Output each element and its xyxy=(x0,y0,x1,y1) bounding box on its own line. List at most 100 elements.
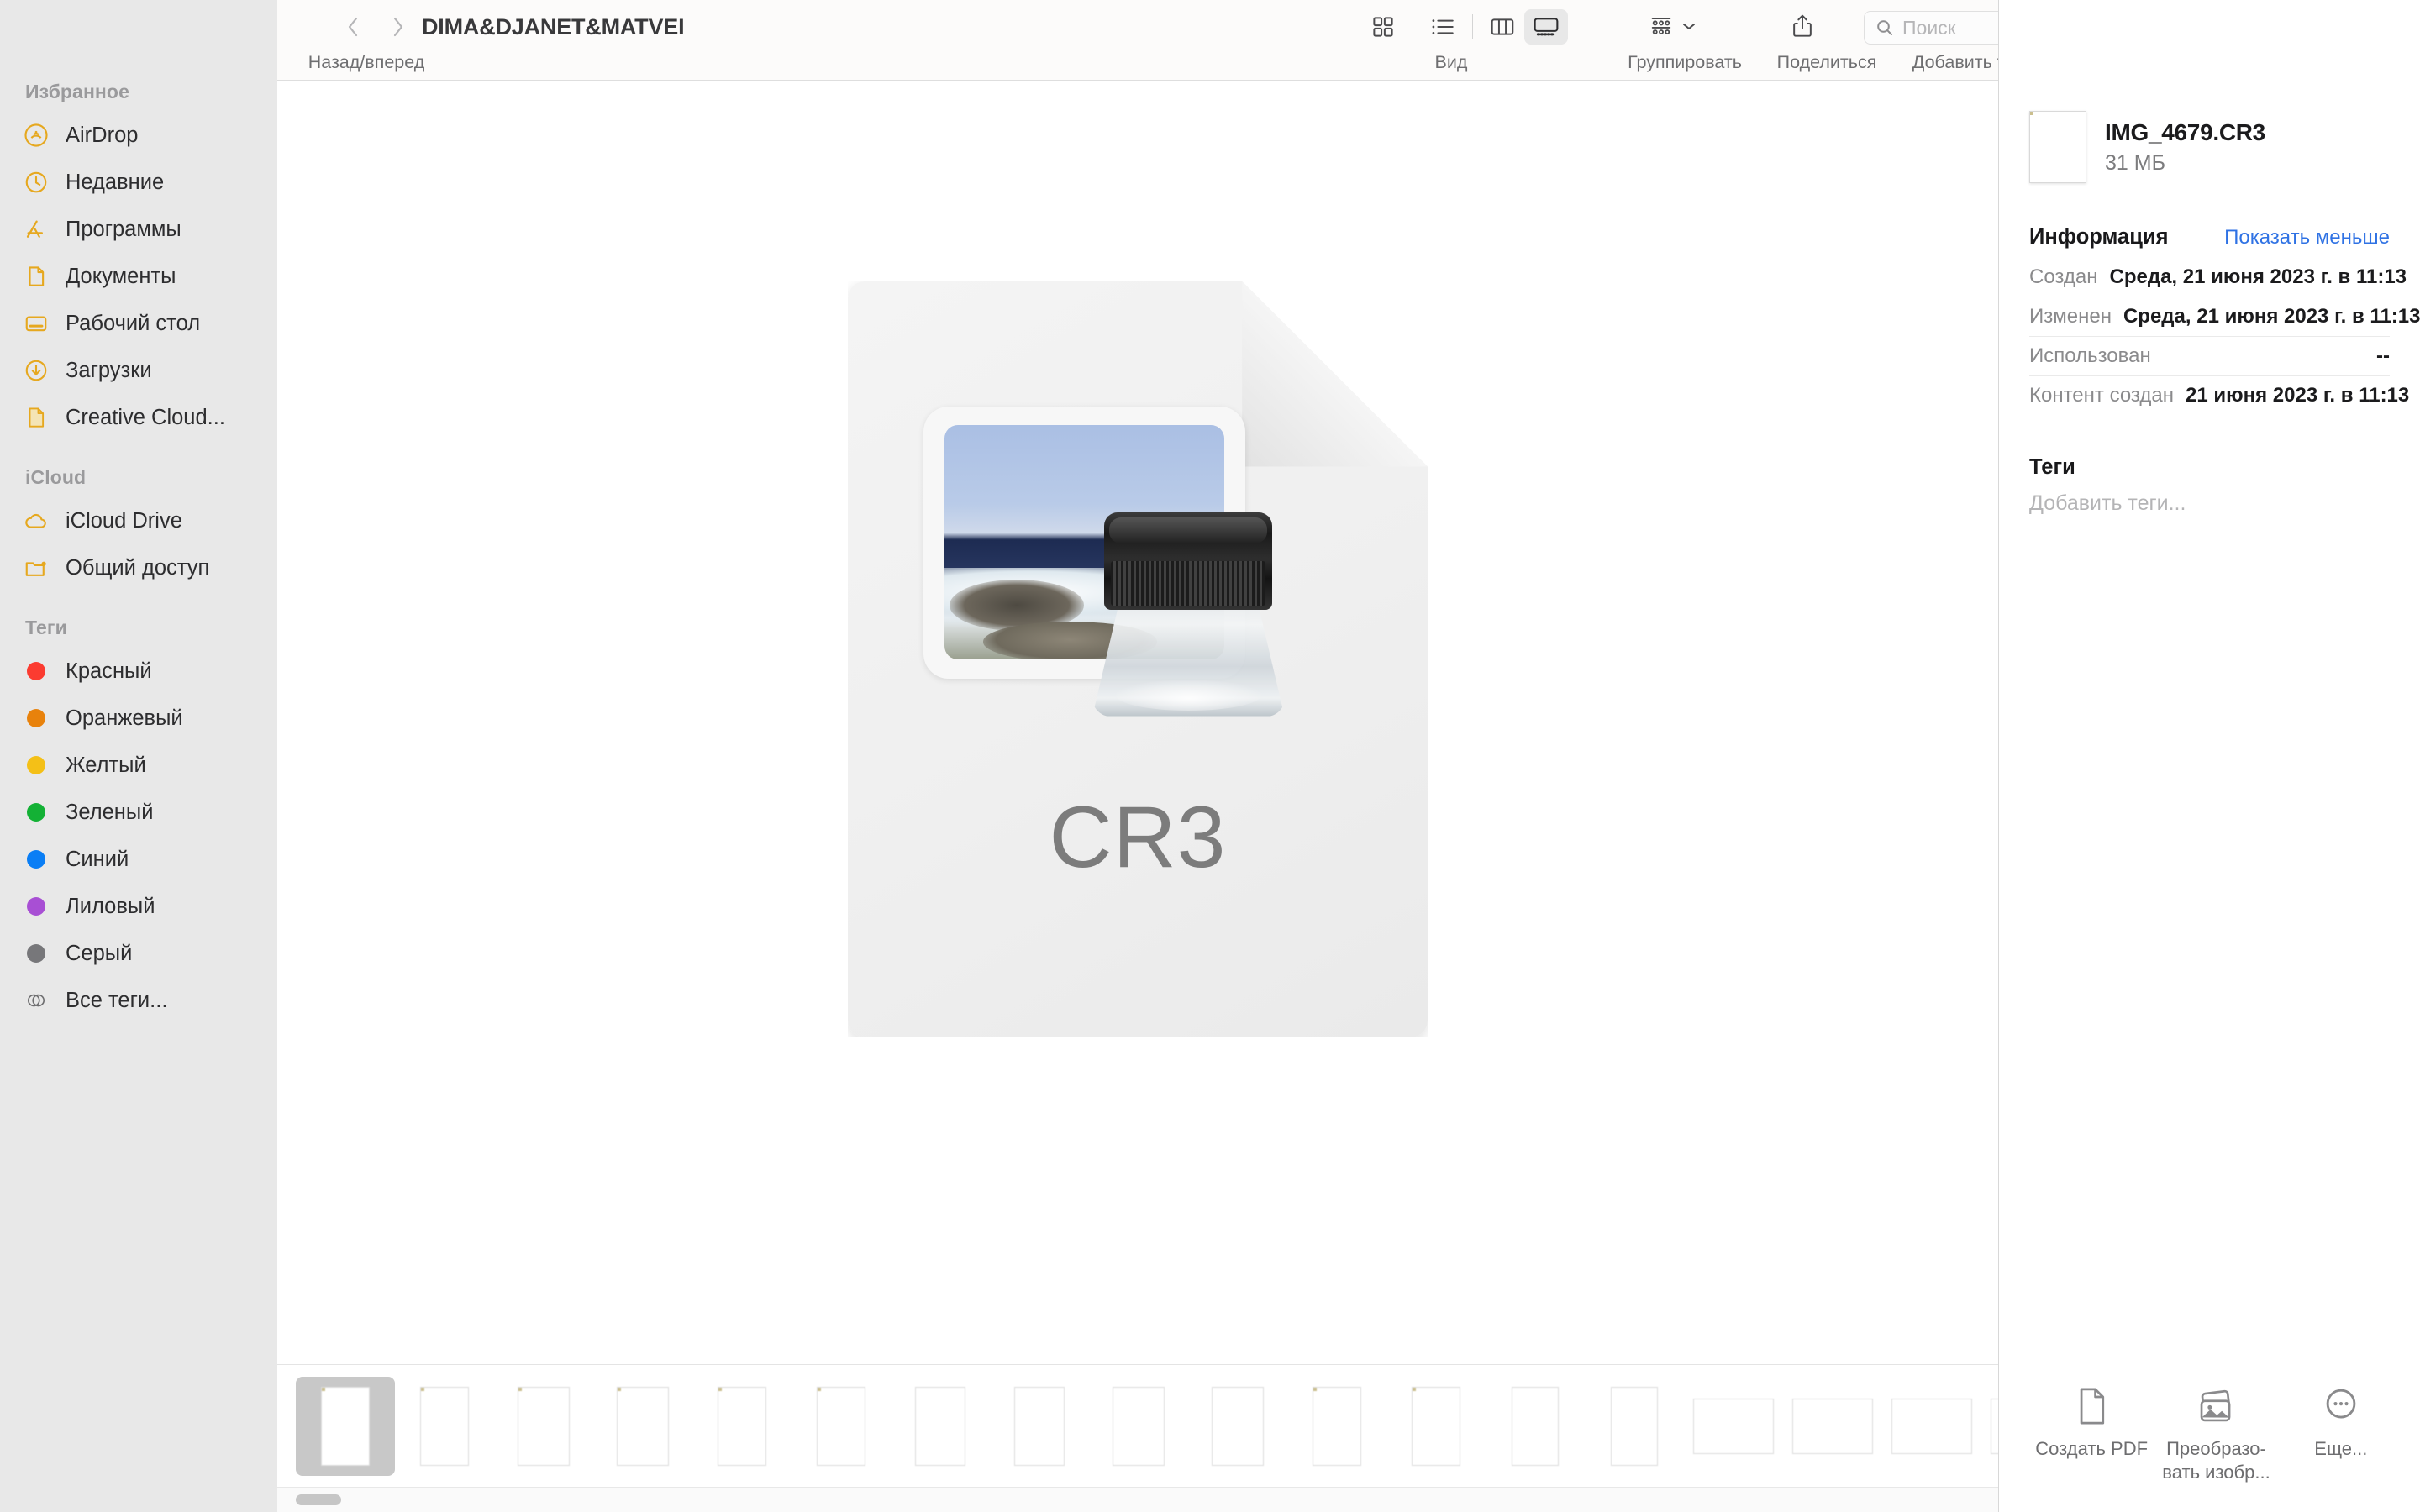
sidebar-item-tag-orange[interactable]: Оранжевый xyxy=(0,695,277,742)
group-button[interactable] xyxy=(1647,7,1697,45)
sidebar-item-all-tags[interactable]: Все теги... xyxy=(0,977,277,1024)
sidebar-item-label: Общий доступ xyxy=(66,555,210,580)
filmstrip-thumbnail[interactable] xyxy=(792,1377,891,1476)
sidebar-item-label: Рабочий стол xyxy=(66,311,201,335)
tags-section-title: Теги xyxy=(2029,455,2075,479)
add-tags-input[interactable]: Добавить теги... xyxy=(2029,491,2390,516)
action-label: Преобразо-вать изобр... xyxy=(2162,1438,2270,1483)
filmstrip-thumbnail[interactable] xyxy=(1089,1377,1188,1476)
sidebar-item-desktop[interactable]: Рабочий стол xyxy=(0,300,277,347)
sidebar-section-title-favorites: Избранное xyxy=(25,81,129,102)
filmstrip-thumbnail[interactable] xyxy=(1684,1377,1783,1476)
sidebar-item-label: Синий xyxy=(66,847,129,871)
sidebar-item-applications[interactable]: Программы xyxy=(0,206,277,253)
sidebar-item-label: Все теги... xyxy=(66,988,168,1012)
forward-button[interactable] xyxy=(383,12,413,42)
airdrop-icon xyxy=(22,121,50,150)
filmstrip-thumbnail[interactable] xyxy=(990,1377,1089,1476)
filmstrip-thumbnail[interactable] xyxy=(1287,1377,1386,1476)
sidebar-item-documents[interactable]: Документы xyxy=(0,253,277,300)
gallery-view-button[interactable] xyxy=(1524,9,1568,45)
sidebar-item-label: Лиловый xyxy=(66,894,155,918)
icon-view-button[interactable] xyxy=(1361,9,1405,45)
filmstrip-thumbnail[interactable] xyxy=(1783,1377,1882,1476)
sidebar-item-label: Серый xyxy=(66,941,133,965)
segment-divider xyxy=(1472,14,1473,39)
create-pdf-icon xyxy=(2080,1388,2105,1425)
sidebar-item-tag-green[interactable]: Зеленый xyxy=(0,789,277,836)
tag-dot-icon xyxy=(22,798,50,827)
thumbnail-filmstrip[interactable] xyxy=(277,1364,1998,1487)
sidebar: Избранное AirDrop Недавние Программы Док… xyxy=(0,0,277,1512)
filmstrip-thumbnail[interactable] xyxy=(1981,1377,1998,1476)
sidebar-item-recents[interactable]: Недавние xyxy=(0,159,277,206)
horizontal-scrollbar[interactable] xyxy=(277,1487,1998,1512)
file-size: 31 МБ xyxy=(2105,150,2165,175)
sidebar-item-shared[interactable]: Общий доступ xyxy=(0,544,277,591)
preview-canvas: CR3 xyxy=(277,81,1998,1364)
filmstrip-thumbnail[interactable] xyxy=(1386,1377,1486,1476)
thumbnail-image xyxy=(1014,1386,1065,1466)
all-tags-icon xyxy=(22,986,50,1015)
sidebar-item-label: Документы xyxy=(66,264,176,288)
thumbnail-image xyxy=(817,1386,865,1466)
sidebar-item-label: Оранжевый xyxy=(66,706,183,730)
thumbnail-image xyxy=(1792,1398,1873,1454)
share-button[interactable] xyxy=(1790,7,1815,45)
sidebar-item-tag-purple[interactable]: Лиловый xyxy=(0,883,277,930)
main-area: DIMA&DJANET&MATVEI Поиск Назад/вперед Ви… xyxy=(277,0,2324,1512)
list-view-button[interactable] xyxy=(1421,9,1465,45)
sidebar-item-downloads[interactable]: Загрузки xyxy=(0,347,277,394)
create-pdf-action[interactable]: Создать PDF xyxy=(2029,1385,2154,1461)
thumbnail-image xyxy=(1611,1386,1658,1466)
info-row-last-opened: Использован -- xyxy=(2029,337,2390,376)
sidebar-item-tag-gray[interactable]: Серый xyxy=(0,930,277,977)
filmstrip-thumbnail[interactable] xyxy=(692,1377,792,1476)
thumbnail-image xyxy=(617,1386,669,1466)
back-forward-label: Назад/вперед xyxy=(308,52,425,72)
sidebar-item-tag-yellow[interactable]: Желтый xyxy=(0,742,277,789)
info-row-key: Контент создан xyxy=(2029,384,2174,407)
thumbnail-image xyxy=(1113,1386,1165,1466)
tag-dot-icon xyxy=(22,751,50,780)
info-row-content-created: Контент создан 21 июня 2023 г. в 11:13 xyxy=(2029,376,2409,415)
thumbnail-image xyxy=(1991,1398,1998,1454)
info-row-key: Создан xyxy=(2029,265,2098,288)
information-section-header: Информация Показать меньше xyxy=(2029,225,2390,249)
sidebar-item-label: Недавние xyxy=(66,170,165,194)
filmstrip-thumbnail[interactable] xyxy=(296,1376,395,1476)
sidebar-item-label: AirDrop xyxy=(66,123,139,147)
sidebar-section-title-icloud: iCloud xyxy=(25,466,87,488)
toolbar: DIMA&DJANET&MATVEI Поиск Назад/вперед Ви… xyxy=(277,0,2324,81)
back-button[interactable] xyxy=(338,12,368,42)
more-actions-action[interactable]: Еще... xyxy=(2279,1385,2403,1461)
thumbnail-image xyxy=(915,1386,965,1466)
sidebar-item-airdrop[interactable]: AirDrop xyxy=(0,112,277,159)
sidebar-item-tag-blue[interactable]: Синий xyxy=(0,836,277,883)
column-view-button[interactable] xyxy=(1481,9,1524,45)
tag-dot-icon xyxy=(22,892,50,921)
sidebar-item-tag-red[interactable]: Красный xyxy=(0,648,277,695)
view-label: Вид xyxy=(1434,52,1468,72)
shared-folder-icon xyxy=(22,554,50,582)
filmstrip-thumbnail[interactable] xyxy=(1188,1377,1287,1476)
convert-image-icon xyxy=(2201,1389,2231,1422)
thumbnail-image xyxy=(718,1386,766,1466)
thumbnail-image xyxy=(321,1386,370,1466)
filmstrip-thumbnail[interactable] xyxy=(395,1377,494,1476)
sidebar-item-creative-cloud[interactable]: Creative Cloud... xyxy=(0,394,277,441)
show-less-link[interactable]: Показать меньше xyxy=(2224,226,2390,249)
filmstrip-thumbnail[interactable] xyxy=(494,1377,593,1476)
navigation-buttons xyxy=(338,12,413,42)
filmstrip-thumbnail[interactable] xyxy=(593,1377,692,1476)
sidebar-item-icloud-drive[interactable]: iCloud Drive xyxy=(0,497,277,544)
convert-image-action[interactable]: Преобразо-вать изобр... xyxy=(2154,1385,2278,1483)
filmstrip-thumbnail[interactable] xyxy=(1585,1377,1684,1476)
filmstrip-thumbnail[interactable] xyxy=(891,1377,990,1476)
filmstrip-thumbnail[interactable] xyxy=(1486,1377,1585,1476)
scrollbar-thumb[interactable] xyxy=(296,1494,341,1505)
sidebar-section-tags: Теги Красный Оранжевый Желтый Зеленый Си… xyxy=(0,617,277,1024)
sidebar-item-label: Красный xyxy=(66,659,152,683)
filmstrip-thumbnail[interactable] xyxy=(1882,1377,1981,1476)
toolbar-controls-row: DIMA&DJANET&MATVEI Поиск xyxy=(277,0,2324,52)
